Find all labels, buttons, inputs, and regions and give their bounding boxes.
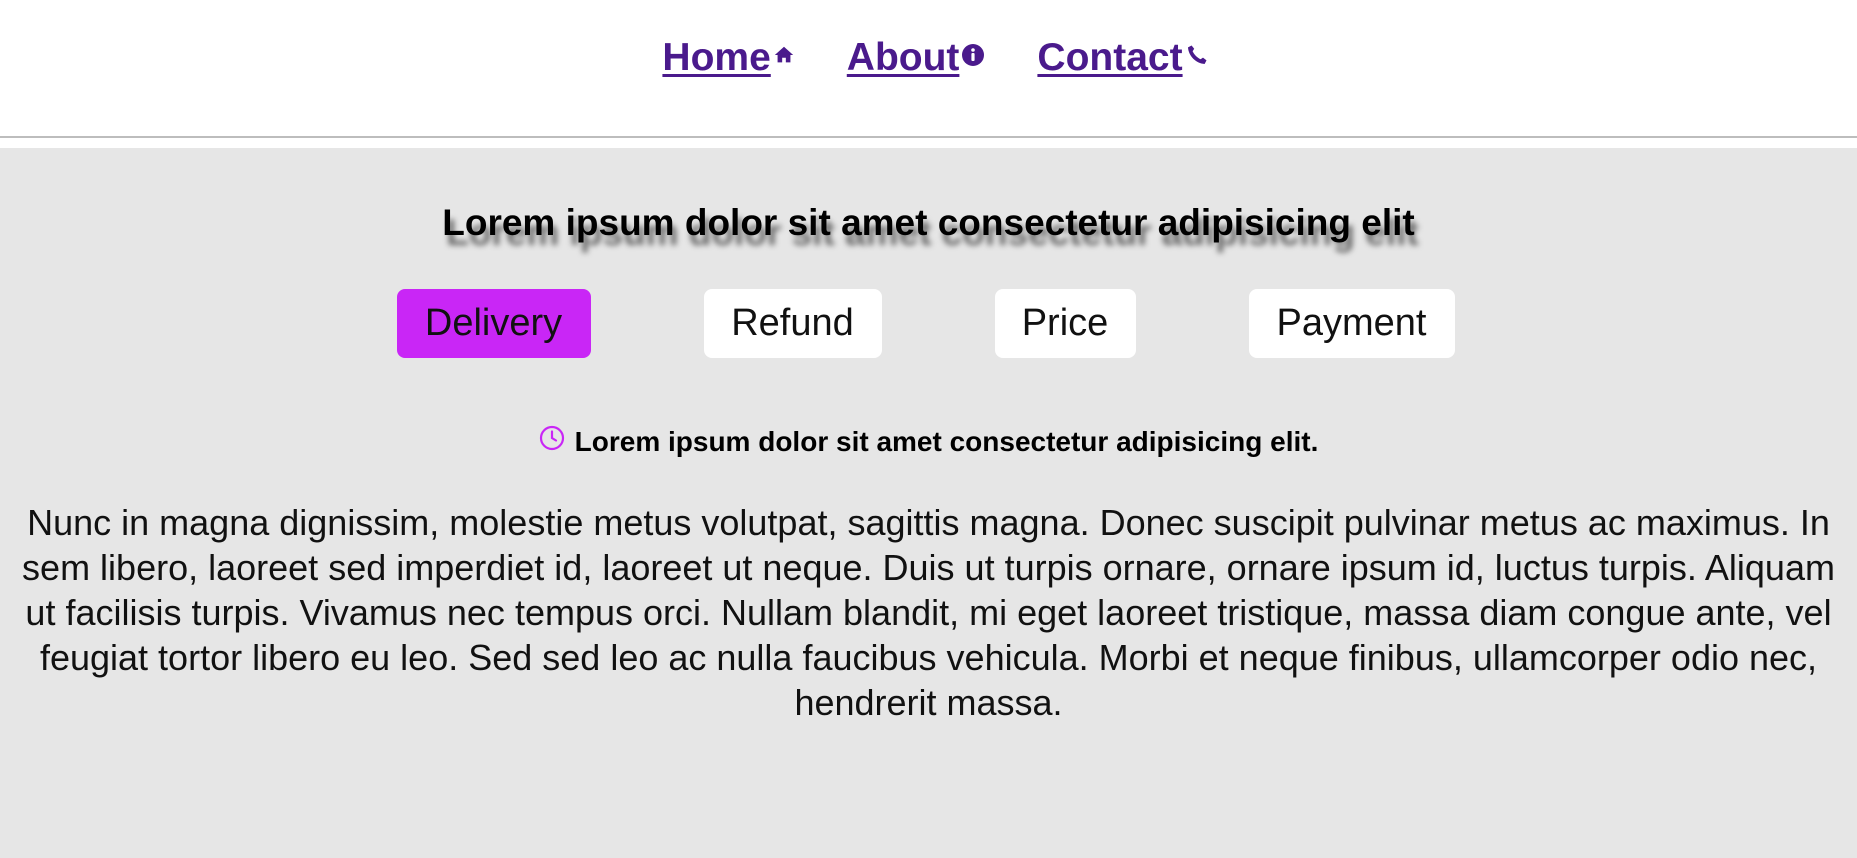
tab-refund[interactable]: Refund	[703, 289, 882, 358]
nav-link-home-label: Home	[662, 36, 771, 79]
main-content: Lorem ipsum dolor sit amet consectetur a…	[0, 148, 1857, 858]
info-icon	[961, 43, 985, 67]
nav-links: Home About Contact	[662, 36, 1208, 80]
tab-bar: Delivery Refund Price Payment	[0, 289, 1857, 358]
tab-delivery[interactable]: Delivery	[396, 289, 591, 358]
top-navigation: Home About Contact	[0, 0, 1857, 138]
subtitle-text: Lorem ipsum dolor sit amet consectetur a…	[574, 426, 1319, 457]
tab-price[interactable]: Price	[994, 289, 1136, 358]
nav-link-contact[interactable]: Contact	[1037, 36, 1208, 80]
tab-payment[interactable]: Payment	[1248, 289, 1455, 358]
nav-link-home[interactable]: Home	[662, 36, 794, 80]
section-subtitle: Lorem ipsum dolor sit amet consectetur a…	[0, 425, 1857, 458]
clock-icon	[539, 425, 565, 451]
body-paragraph: Nunc in magna dignissim, molestie metus …	[22, 502, 1835, 723]
nav-link-contact-label: Contact	[1037, 36, 1183, 79]
page-title: Lorem ipsum dolor sit amet consectetur a…	[442, 202, 1415, 243]
home-icon	[773, 44, 795, 66]
phone-icon	[1185, 43, 1209, 67]
nav-link-about-label: About	[846, 36, 960, 79]
nav-gap	[0, 138, 1857, 148]
nav-link-about[interactable]: About	[847, 36, 986, 80]
